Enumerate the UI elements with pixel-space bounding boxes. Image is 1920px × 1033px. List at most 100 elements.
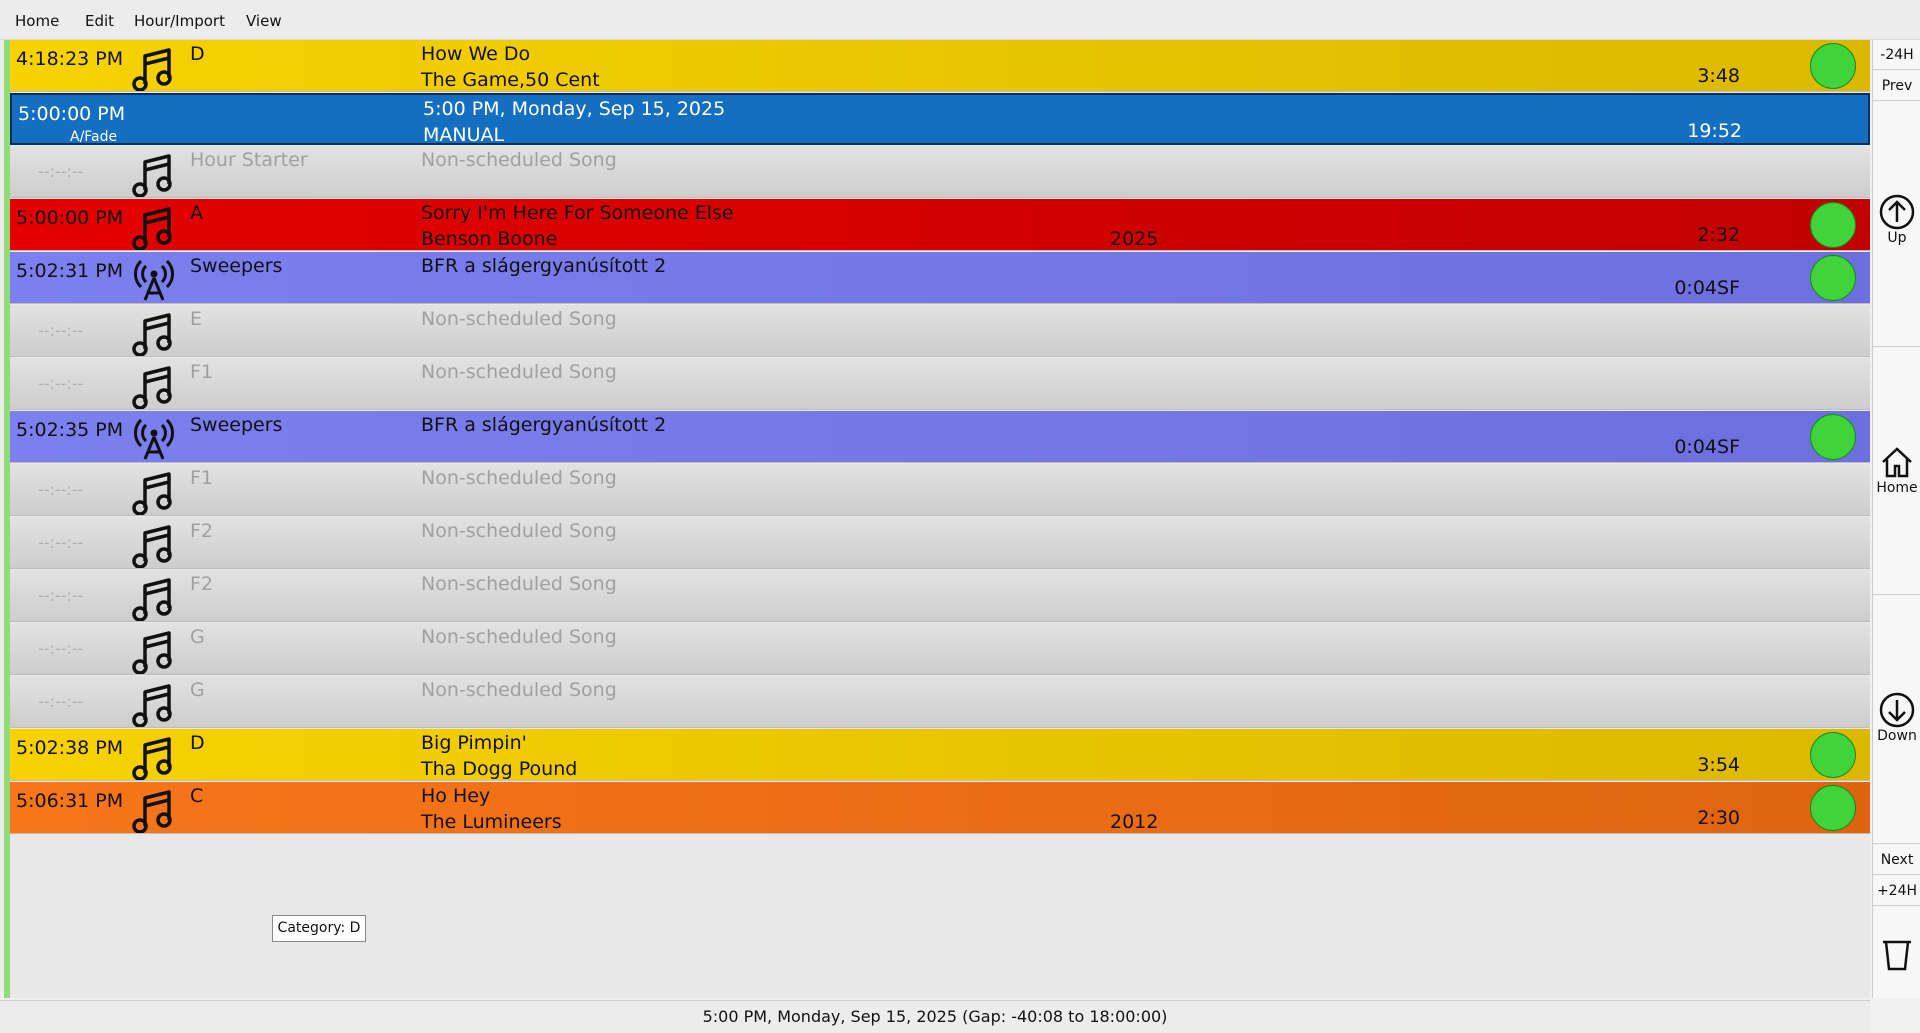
status-led-icon [1810, 785, 1856, 831]
table-row[interactable]: 4:18:23 PM D How We Do The Game,50 Cent 3:48 [10, 40, 1870, 92]
menu-view[interactable]: View [246, 12, 282, 30]
next-button[interactable]: Next [1873, 845, 1920, 875]
row-category: A [190, 202, 203, 224]
row-type-icon [132, 362, 176, 409]
playlist[interactable]: 4:18:23 PM D How We Do The Game,50 Cent 3:48… [0, 40, 1870, 998]
row-type-icon [132, 44, 176, 91]
table-row[interactable]: --:--:-- F1 Non-scheduled Song [10, 358, 1870, 410]
row-category: F2 [190, 573, 214, 595]
status-led-icon [1810, 202, 1856, 248]
row-title: Non-scheduled Song [421, 149, 617, 171]
antenna-icon [134, 418, 174, 460]
row-title: Non-scheduled Song [421, 679, 617, 701]
table-row[interactable]: --:--:-- F1 Non-scheduled Song [10, 464, 1870, 516]
row-title: BFR a slágergyanúsított 2 [421, 414, 667, 436]
row-title: Non-scheduled Song [421, 520, 617, 542]
row-artist: MANUAL [423, 124, 505, 145]
row-time: --:--:-- [38, 533, 84, 552]
row-type-icon [132, 150, 176, 197]
row-year: 2025 [1110, 228, 1159, 250]
table-row[interactable]: --:--:-- G Non-scheduled Song [10, 623, 1870, 675]
up-label: Up [1887, 230, 1907, 246]
row-title: Non-scheduled Song [421, 626, 617, 648]
arrow-up-circle-icon [1879, 194, 1915, 230]
prev-label: Prev [1881, 78, 1913, 94]
music-note-icon [132, 684, 172, 727]
plus-24h-button[interactable]: +24H [1873, 876, 1920, 906]
row-category: G [190, 626, 205, 648]
row-time: --:--:-- [38, 586, 84, 605]
home-button[interactable]: Home [1873, 348, 1920, 595]
delete-button[interactable] [1873, 907, 1920, 998]
music-note-icon [132, 207, 172, 250]
row-category: F1 [190, 467, 214, 489]
row-title: Ho Hey [421, 785, 491, 807]
category-tooltip: Category: D [272, 915, 366, 942]
music-note-icon [132, 366, 172, 409]
table-row[interactable]: 5:00:00 PM A/Fade 5:00 PM, Monday, Sep 15,… [10, 93, 1870, 145]
row-title: BFR a slágergyanúsított 2 [421, 255, 667, 277]
row-category: D [190, 43, 205, 65]
menu-home[interactable]: Home [15, 12, 59, 30]
down-button[interactable]: Down [1873, 596, 1920, 844]
playlist-left-indicator [0, 40, 10, 998]
table-row[interactable]: --:--:-- F2 Non-scheduled Song [10, 570, 1870, 622]
row-type-icon [132, 786, 176, 833]
row-duration: 0:04SF [1674, 436, 1740, 458]
table-row[interactable]: 5:00:00 PM A Sorry I'm Here For Someone El… [10, 199, 1870, 251]
music-note-icon [132, 578, 172, 621]
row-time: 5:00:00 PM [16, 207, 124, 229]
music-note-icon [132, 525, 172, 568]
table-row[interactable]: 5:02:38 PM D Big Pimpin' Tha Dogg Pound 3:54 [10, 729, 1870, 781]
row-time: --:--:-- [38, 480, 84, 499]
row-category: G [190, 679, 205, 701]
antenna-icon [134, 259, 174, 301]
next-label: Next [1880, 852, 1914, 868]
row-type-icon [132, 256, 176, 303]
row-category: D [190, 732, 205, 754]
row-time: --:--:-- [38, 692, 84, 711]
music-note-icon [132, 472, 172, 515]
row-category: Sweepers [190, 414, 283, 436]
up-button[interactable]: Up [1873, 102, 1920, 347]
row-artist: The Game,50 Cent [421, 69, 600, 91]
row-duration: 3:48 [1697, 65, 1740, 87]
table-row[interactable]: --:--:-- F2 Non-scheduled Song [10, 517, 1870, 569]
table-row[interactable]: 5:02:35 PM Sweepers BFR a slágergyanúsítot… [10, 411, 1870, 463]
row-duration: 2:30 [1697, 807, 1740, 829]
menu-bar: Home Edit Hour/Import View [0, 0, 1920, 40]
row-title: Non-scheduled Song [421, 467, 617, 489]
menu-edit[interactable]: Edit [85, 12, 114, 30]
minus-24h-button[interactable]: -24H [1873, 40, 1920, 70]
table-row[interactable]: --:--:-- G Non-scheduled Song [10, 676, 1870, 728]
row-artist: The Lumineers [421, 811, 562, 833]
music-note-icon [132, 48, 172, 91]
status-bar: 5:00 PM, Monday, Sep 15, 2025 (Gap: -40:… [0, 1000, 1870, 1033]
row-time: --:--:-- [38, 162, 84, 181]
row-artist: Benson Boone [421, 228, 558, 250]
row-category: Sweepers [190, 255, 283, 277]
table-row[interactable]: 5:06:31 PM C Ho Hey The Lumineers 2012 2:30 [10, 782, 1870, 834]
row-time: 5:00:00 PM [18, 103, 126, 125]
status-led-icon [1810, 43, 1856, 89]
row-time: 4:18:23 PM [16, 48, 124, 70]
row-title: How We Do [421, 43, 531, 65]
trash-icon [1883, 940, 1911, 971]
home-label: Home [1876, 480, 1918, 496]
down-label: Down [1877, 728, 1917, 744]
status-led-icon [1810, 732, 1856, 778]
table-row[interactable]: --:--:-- Hour Starter Non-scheduled Song [10, 146, 1870, 198]
table-row[interactable]: 5:02:31 PM Sweepers BFR a slágergyanúsítot… [10, 252, 1870, 304]
prev-button[interactable]: Prev [1873, 71, 1920, 101]
menu-hour-import[interactable]: Hour/Import [134, 12, 225, 30]
row-type-icon [132, 627, 176, 674]
row-time: 5:02:35 PM [16, 419, 124, 441]
status-text: 5:00 PM, Monday, Sep 15, 2025 (Gap: -40:… [702, 1007, 1168, 1026]
row-title: 5:00 PM, Monday, Sep 15, 2025 [423, 98, 726, 120]
table-row[interactable]: --:--:-- E Non-scheduled Song [10, 305, 1870, 357]
row-artist: Tha Dogg Pound [421, 758, 578, 780]
status-led-icon [1810, 255, 1856, 301]
status-led-icon [1810, 414, 1856, 460]
row-type-icon [132, 680, 176, 727]
row-type-icon [132, 521, 176, 568]
